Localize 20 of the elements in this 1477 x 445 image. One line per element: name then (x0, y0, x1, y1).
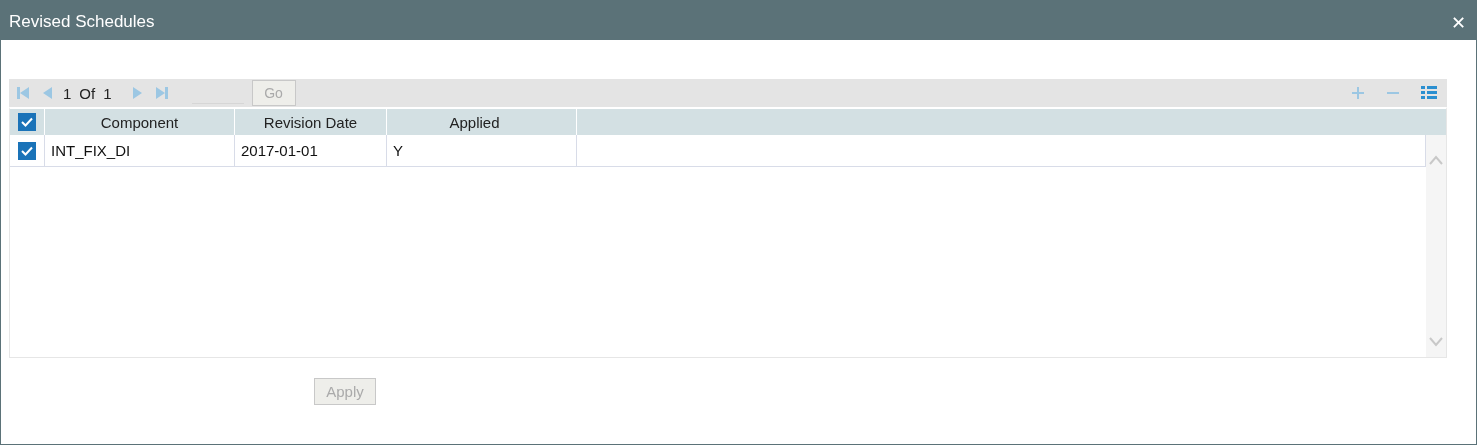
table-cell: 2017-01-01 (235, 135, 387, 166)
row-checkbox[interactable] (18, 141, 36, 160)
column-header[interactable]: Revision Date (235, 109, 387, 135)
table-cell: INT_FIX_DI (45, 135, 235, 166)
page-number: 1 (63, 84, 72, 102)
column-header[interactable]: Applied (387, 109, 577, 135)
select-all-checkbox[interactable] (18, 113, 36, 131)
close-button[interactable]: ✕ (1446, 11, 1470, 33)
column-header[interactable]: Component (45, 109, 235, 135)
last-page-icon[interactable] (153, 85, 170, 101)
scroll-down-icon[interactable] (1429, 337, 1443, 347)
table-cell: Y (387, 135, 577, 166)
scroll-up-icon[interactable] (1429, 155, 1443, 165)
scroll-bar[interactable] (1426, 109, 1446, 357)
page-total: 1 (103, 84, 112, 102)
list-view-icon[interactable] (1421, 86, 1437, 100)
add-icon[interactable] (1351, 86, 1365, 100)
of-label: Of (79, 84, 96, 102)
window-title: Revised Schedules (9, 12, 155, 32)
first-page-icon[interactable] (15, 85, 31, 101)
